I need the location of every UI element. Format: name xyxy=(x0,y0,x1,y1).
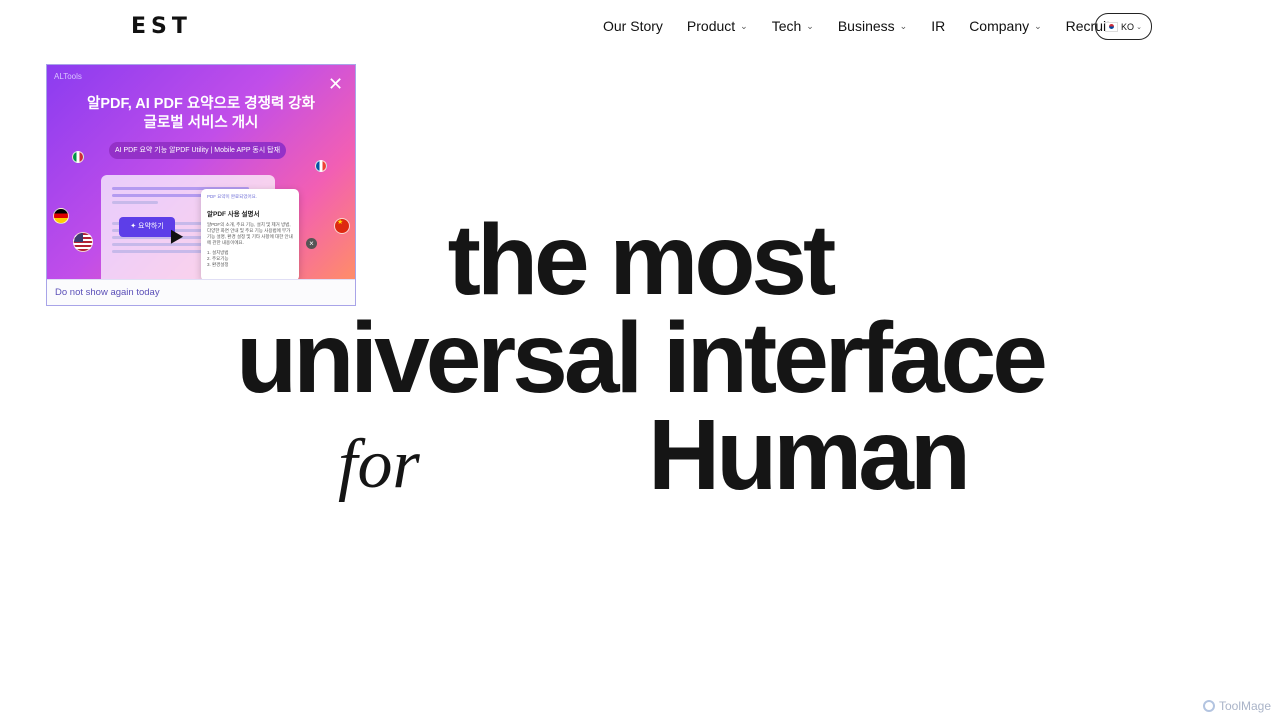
nav-our-story[interactable]: Our Story xyxy=(603,18,663,34)
chevron-down-icon: ⌄ xyxy=(806,20,814,31)
site-header: EST Our Story Product ⌄ Tech ⌄ Business ⌄ I… xyxy=(0,0,1280,54)
est-logo[interactable]: EST xyxy=(131,14,192,39)
altools-brand: ALTools xyxy=(54,72,82,81)
nav-ir[interactable]: IR xyxy=(931,18,945,34)
close-icon[interactable]: ✕ xyxy=(328,75,343,93)
korea-flag-icon xyxy=(1105,21,1119,32)
nav-product[interactable]: Product ⌄ xyxy=(687,18,748,34)
nav-company[interactable]: Company ⌄ xyxy=(969,18,1041,34)
hero-line-1: the most xyxy=(447,204,837,316)
language-selector[interactable]: KO ⌄ xyxy=(1095,13,1152,40)
italy-flag-icon xyxy=(72,151,84,163)
feature-pill: AI PDF 요약 기능 알PDF Utility | Mobile APP 동… xyxy=(109,142,286,159)
promo-title: 알PDF, AI PDF 요약으로 경쟁력 강화 글로벌 서비스 개시 xyxy=(87,96,315,131)
france-flag-icon xyxy=(315,160,327,172)
main-nav: Our Story Product ⌄ Tech ⌄ Business ⌄ IR Co… xyxy=(603,18,1134,34)
nav-business[interactable]: Business ⌄ xyxy=(838,18,907,34)
hero-human: Human xyxy=(648,399,971,511)
hero-for: for xyxy=(338,426,420,503)
chevron-down-icon: ⌄ xyxy=(899,20,908,31)
chevron-down-icon: ⌄ xyxy=(740,20,748,31)
chevron-down-icon: ⌄ xyxy=(1034,20,1042,31)
hero-line-2: universal interface xyxy=(236,302,1048,414)
nav-tech[interactable]: Tech ⌄ xyxy=(772,18,814,34)
chevron-down-icon: ⌄ xyxy=(1136,23,1142,31)
watermark: ToolMage xyxy=(1203,699,1271,713)
toolmage-logo-icon xyxy=(1203,700,1215,712)
